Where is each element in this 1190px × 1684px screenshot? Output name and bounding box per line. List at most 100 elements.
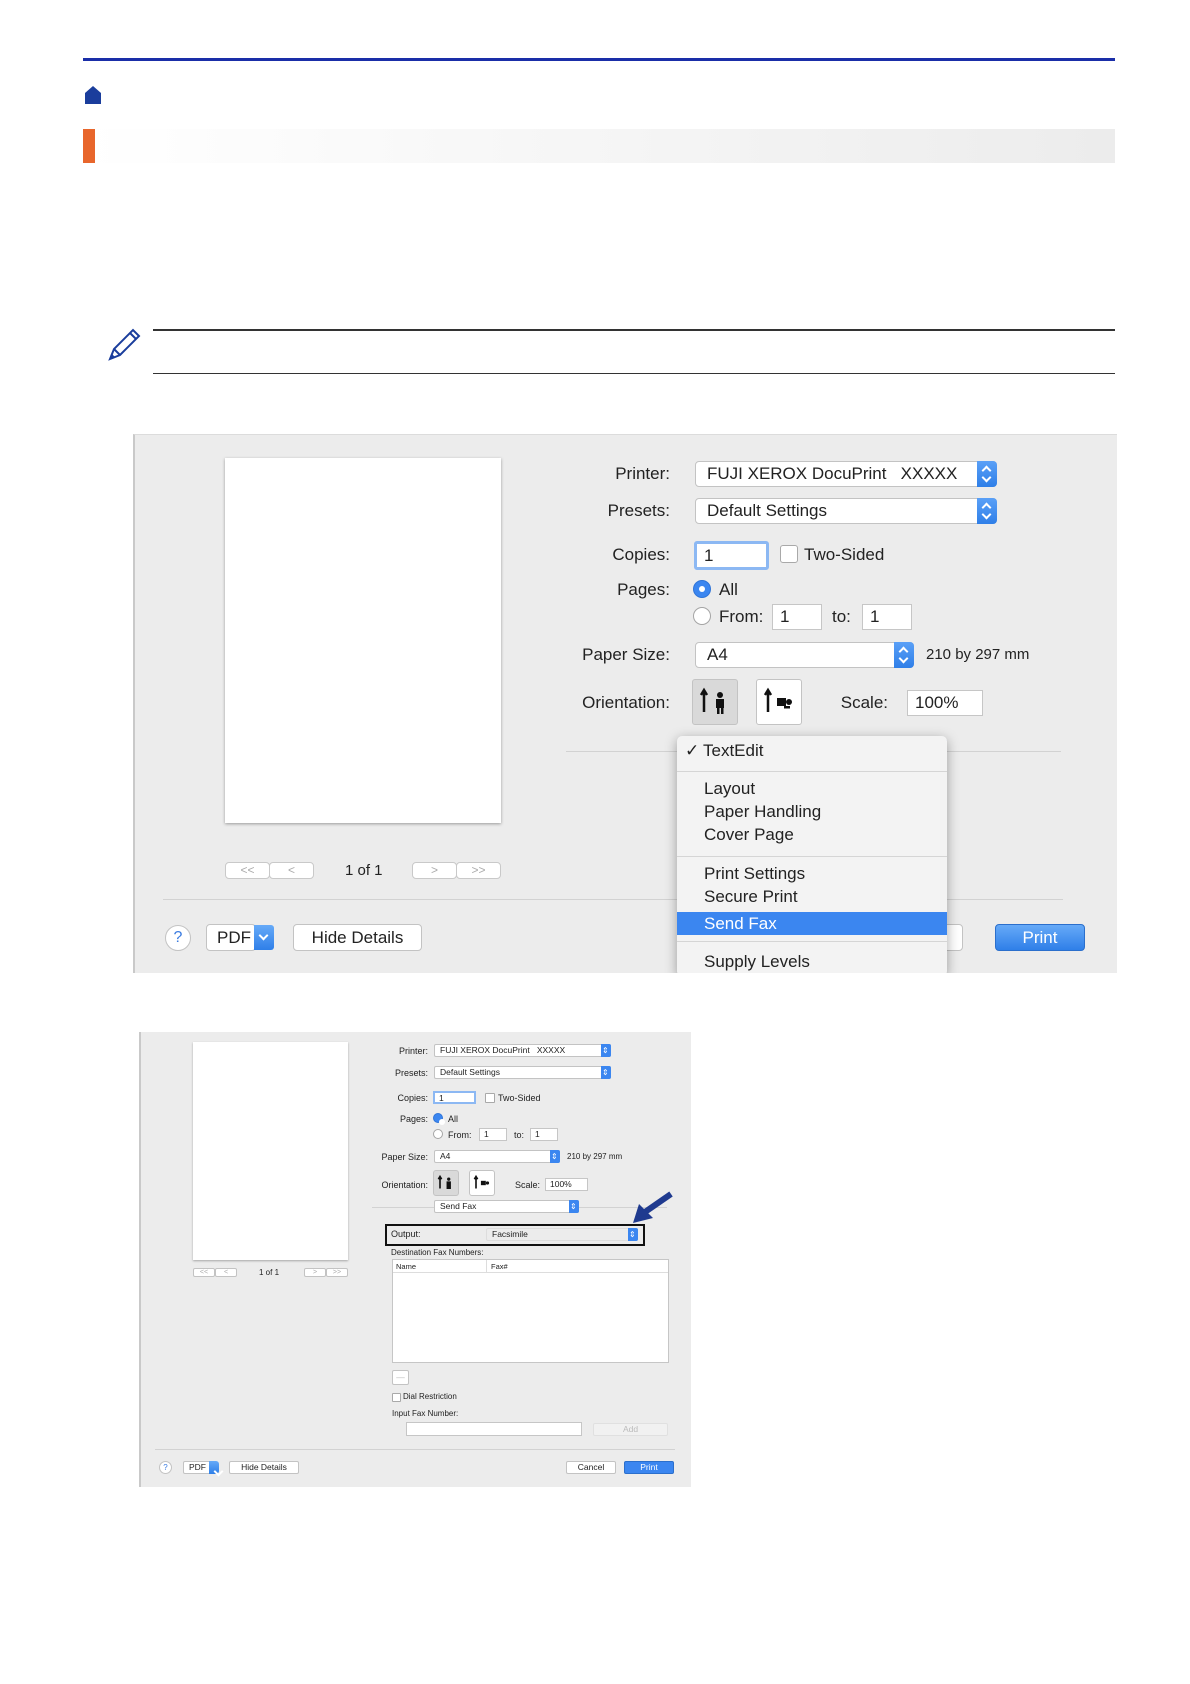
two-sided-checkbox[interactable] bbox=[485, 1093, 495, 1103]
paper-size-value: A4 bbox=[440, 1151, 451, 1161]
section-value: Send Fax bbox=[440, 1201, 477, 1211]
presets-select[interactable]: Default Settings bbox=[695, 498, 997, 524]
stepper-icon bbox=[977, 461, 997, 487]
portrait-button[interactable] bbox=[692, 679, 738, 725]
print-button[interactable]: Print bbox=[995, 924, 1085, 951]
scale-input[interactable]: 100% bbox=[545, 1178, 588, 1191]
next-page-button[interactable]: > bbox=[412, 862, 457, 879]
from-input[interactable]: 1 bbox=[479, 1128, 507, 1141]
menu-item-cover-page[interactable]: Cover Page bbox=[704, 825, 794, 845]
printer-select[interactable]: FUJI XEROX DocuPrint XXXXX bbox=[434, 1044, 611, 1057]
stepper-icon bbox=[628, 1228, 638, 1241]
section-select[interactable]: Send Fax bbox=[434, 1200, 579, 1213]
landscape-button[interactable] bbox=[756, 679, 802, 725]
copies-label: Copies: bbox=[612, 545, 670, 564]
first-page-button[interactable]: << bbox=[225, 862, 270, 879]
title-bar bbox=[83, 129, 1115, 163]
menu-item-send-fax[interactable]: Send Fax bbox=[704, 914, 777, 934]
input-fax-label: Input Fax Number: bbox=[392, 1409, 459, 1418]
pdf-dropdown-icon[interactable] bbox=[209, 1461, 219, 1474]
pencil-note-icon bbox=[108, 328, 141, 361]
pdf-dropdown-icon[interactable] bbox=[254, 925, 274, 950]
menu-item-secure-print[interactable]: Secure Print bbox=[704, 887, 798, 907]
presets-label: Presets: bbox=[607, 501, 670, 520]
title-bar-accent bbox=[83, 129, 95, 163]
menu-item-layout[interactable]: Layout bbox=[704, 779, 755, 799]
paper-size-label: Paper Size: bbox=[381, 1152, 428, 1162]
top-rule bbox=[83, 58, 1115, 61]
help-button[interactable]: ? bbox=[165, 925, 191, 951]
home-icon[interactable] bbox=[84, 85, 102, 105]
presets-select[interactable]: Default Settings bbox=[434, 1066, 611, 1079]
menu-item-print-settings[interactable]: Print Settings bbox=[704, 864, 805, 884]
menu-item-textedit[interactable]: TextEdit bbox=[703, 741, 763, 761]
destination-table[interactable]: Name Fax# bbox=[392, 1259, 669, 1363]
scale-input[interactable]: 100% bbox=[907, 690, 983, 716]
stepper-icon bbox=[569, 1200, 579, 1213]
prev-page-button[interactable]: < bbox=[269, 862, 314, 879]
add-button[interactable]: Add bbox=[593, 1423, 668, 1436]
prev-page-button[interactable]: < bbox=[215, 1268, 237, 1277]
help-button[interactable]: ? bbox=[159, 1461, 172, 1474]
page-preview bbox=[193, 1042, 348, 1260]
page-indicator: 1 of 1 bbox=[259, 1268, 280, 1277]
menu-separator bbox=[677, 856, 947, 857]
print-dialog-menu-screenshot: << < 1 of 1 > >> Printer: FUJI XEROX Doc… bbox=[133, 434, 1117, 973]
last-page-button[interactable]: >> bbox=[326, 1268, 348, 1277]
hide-details-button[interactable]: Hide Details bbox=[293, 924, 422, 951]
from-input[interactable]: 1 bbox=[772, 604, 822, 630]
two-sided-label: Two-Sided bbox=[804, 545, 885, 564]
remove-button[interactable]: — bbox=[392, 1370, 409, 1385]
printer-label: Printer: bbox=[398, 1046, 428, 1056]
orientation-label: Orientation: bbox=[582, 693, 670, 712]
next-page-button[interactable]: > bbox=[304, 1268, 326, 1277]
arrow-icon bbox=[633, 1191, 673, 1223]
to-label: to: bbox=[832, 607, 851, 626]
scale-label: Scale: bbox=[514, 1180, 540, 1190]
pages-from-label: From: bbox=[719, 607, 764, 626]
separator-bottom bbox=[155, 1449, 675, 1450]
portrait-button[interactable] bbox=[433, 1170, 459, 1196]
section-menu: ✓ TextEdit Layout Paper Handling Cover P… bbox=[677, 736, 947, 973]
presets-value: Default Settings bbox=[440, 1067, 501, 1077]
paper-size-select[interactable]: A4 bbox=[434, 1150, 560, 1163]
cancel-button[interactable]: Cancel bbox=[566, 1461, 616, 1474]
landscape-button[interactable] bbox=[469, 1170, 495, 1196]
presets-value: Default Settings bbox=[707, 501, 828, 520]
pages-from-label: From: bbox=[448, 1130, 472, 1140]
printer-value: FUJI XEROX DocuPrint XXXXX bbox=[440, 1045, 566, 1055]
checkmark-icon: ✓ bbox=[685, 741, 700, 760]
first-page-button[interactable]: << bbox=[193, 1268, 215, 1277]
menu-item-supply-levels[interactable]: Supply Levels bbox=[704, 952, 810, 972]
printer-select[interactable]: FUJI XEROX DocuPrint XXXXX bbox=[695, 461, 997, 487]
pages-all-radio[interactable] bbox=[693, 580, 711, 598]
menu-separator bbox=[677, 771, 947, 772]
copies-input[interactable]: 1 bbox=[694, 541, 769, 570]
printer-value: FUJI XEROX DocuPrint XXXXX bbox=[707, 464, 958, 483]
print-button[interactable]: Print bbox=[624, 1461, 674, 1474]
stepper-icon bbox=[894, 642, 914, 668]
printer-label: Printer: bbox=[615, 464, 670, 483]
pdf-button[interactable]: PDF bbox=[206, 924, 256, 951]
to-input[interactable]: 1 bbox=[530, 1128, 558, 1141]
two-sided-checkbox[interactable] bbox=[780, 545, 798, 563]
dial-restriction-label: Dial Restriction bbox=[403, 1392, 457, 1401]
fax-number-input[interactable] bbox=[406, 1422, 582, 1436]
pdf-button[interactable]: PDF bbox=[183, 1461, 211, 1474]
paper-dimensions: 210 by 297 mm bbox=[926, 646, 1030, 663]
dial-restriction-checkbox[interactable] bbox=[392, 1393, 401, 1402]
copies-label: Copies: bbox=[397, 1093, 428, 1103]
copies-input[interactable]: 1 bbox=[433, 1091, 476, 1104]
hide-details-button[interactable]: Hide Details bbox=[229, 1461, 299, 1474]
to-input[interactable]: 1 bbox=[862, 604, 912, 630]
last-page-button[interactable]: >> bbox=[456, 862, 501, 879]
pages-range-radio[interactable] bbox=[693, 607, 711, 625]
destination-label: Destination Fax Numbers: bbox=[391, 1248, 484, 1257]
output-select[interactable]: Facsimile bbox=[486, 1228, 638, 1241]
pages-range-radio[interactable] bbox=[433, 1129, 443, 1139]
pages-all-radio[interactable] bbox=[433, 1113, 445, 1125]
stepper-icon bbox=[977, 498, 997, 524]
paper-size-select[interactable]: A4 bbox=[695, 642, 914, 668]
menu-separator bbox=[677, 941, 947, 942]
menu-item-paper-handling[interactable]: Paper Handling bbox=[704, 802, 821, 822]
